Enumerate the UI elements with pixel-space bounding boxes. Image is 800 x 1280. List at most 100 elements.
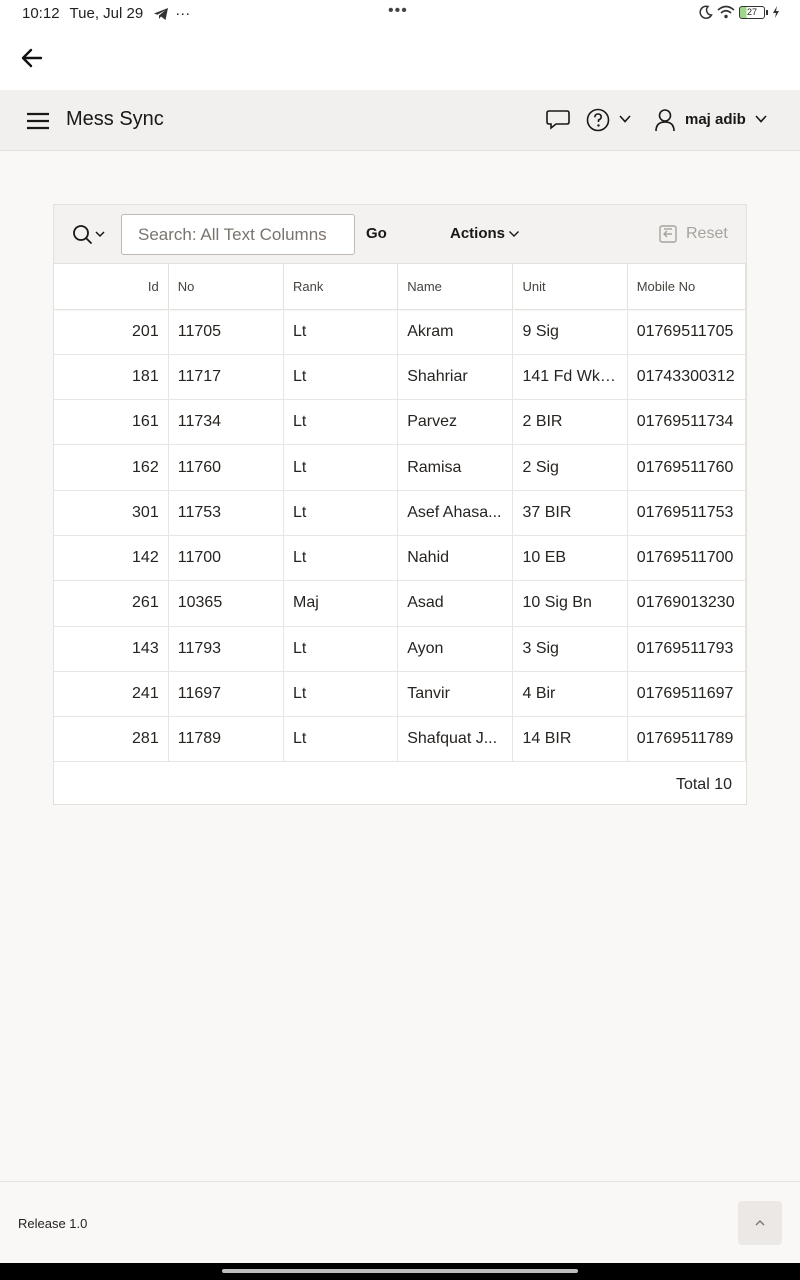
cell-name: Nahid	[397, 535, 514, 582]
cell-rank: Lt	[283, 535, 399, 582]
cell-mobile-no: 01769511760	[627, 444, 747, 491]
table-header-row: Id No Rank Name Unit Mobile No	[54, 264, 747, 310]
cell-id: 261	[54, 580, 169, 627]
table-row[interactable]: 143 11793 Lt Ayon 3 Sig 01769511793	[54, 626, 747, 672]
cell-rank: Lt	[283, 490, 399, 536]
cell-name: Ramisa	[397, 444, 514, 491]
cell-rank: Lt	[283, 626, 399, 672]
cell-no: 11793	[168, 626, 284, 672]
cell-id: 181	[54, 354, 169, 401]
hamburger-icon[interactable]	[26, 111, 50, 131]
cell-unit: 37 BIR	[512, 490, 628, 536]
table-row[interactable]: 261 10365 Maj Asad 10 Sig Bn 01769013230	[54, 580, 747, 627]
cell-name: Asad	[397, 580, 514, 627]
cell-unit: 2 BIR	[512, 399, 628, 446]
cell-rank: Lt	[283, 444, 399, 491]
cell-id: 201	[54, 309, 169, 355]
cell-no: 11697	[168, 671, 284, 718]
cell-rank: Lt	[283, 309, 399, 355]
cell-id: 143	[54, 626, 169, 672]
cell-mobile-no: 01769511789	[627, 716, 747, 763]
table-row[interactable]: 142 11700 Lt Nahid 10 EB 01769511700	[54, 535, 747, 582]
column-header-id[interactable]: Id	[54, 264, 169, 310]
user-chevron-down-icon[interactable]	[754, 114, 768, 124]
cell-name: Shahriar	[397, 354, 514, 401]
total-count: Total 10	[675, 776, 732, 793]
table-row[interactable]: 162 11760 Lt Ramisa 2 Sig 01769511760	[54, 444, 747, 491]
interactive-report: Go Actions Reset Id No Rank Name Unit Mo…	[53, 204, 747, 805]
table-row[interactable]: 241 11697 Lt Tanvir 4 Bir 01769511697	[54, 671, 747, 718]
release-label: Release 1.0	[18, 1216, 88, 1231]
reset-button[interactable]: Reset	[659, 225, 728, 243]
cell-unit: 10 Sig Bn	[512, 580, 628, 627]
cell-name: Ayon	[397, 626, 514, 672]
table-body: 201 11705 Lt Akram 9 Sig 01769511705 181 11717 L…	[54, 309, 747, 763]
user-menu-name[interactable]: maj adib	[685, 111, 746, 128]
cell-rank: Maj	[283, 580, 399, 627]
cell-id: 142	[54, 535, 169, 582]
actions-chevron-down-icon	[509, 230, 520, 237]
cell-id: 161	[54, 399, 169, 446]
column-header-mobile-no[interactable]: Mobile No	[627, 264, 747, 310]
page-footer: Release 1.0	[0, 1181, 800, 1263]
table-row[interactable]: 181 11717 Lt Shahriar 141 Fd Wks... 017433003…	[54, 354, 747, 401]
search-icon[interactable]	[72, 223, 112, 247]
go-button[interactable]: Go	[366, 225, 387, 242]
charging-icon	[773, 6, 779, 18]
status-bar: 10:12 Tue, Jul 29 ··· ••• 27	[0, 0, 800, 30]
cell-name: Parvez	[397, 399, 514, 446]
status-center-dots: •••	[388, 2, 408, 19]
column-header-unit[interactable]: Unit	[512, 264, 628, 310]
scroll-to-top-button[interactable]	[738, 1201, 782, 1245]
cell-no: 11717	[168, 354, 284, 401]
wifi-icon	[717, 5, 735, 19]
actions-label: Actions	[450, 225, 506, 242]
battery-icon: 27	[739, 5, 768, 19]
cell-unit: 3 Sig	[512, 626, 628, 672]
cell-name: Shafquat J...	[397, 716, 514, 763]
cell-rank: Lt	[283, 399, 399, 446]
status-time: 10:12	[22, 5, 60, 22]
actions-menu-button[interactable]: Actions	[450, 225, 520, 242]
column-header-no[interactable]: No	[168, 264, 284, 310]
top-nav-bar	[0, 30, 800, 90]
user-icon[interactable]	[654, 108, 676, 132]
cell-no: 11734	[168, 399, 284, 446]
cell-id: 281	[54, 716, 169, 763]
cell-mobile-no: 01769511734	[627, 399, 747, 446]
search-input[interactable]	[121, 214, 355, 255]
telegram-icon	[154, 7, 169, 20]
table-row[interactable]: 201 11705 Lt Akram 9 Sig 01769511705	[54, 309, 747, 355]
cell-unit: 2 Sig	[512, 444, 628, 491]
cell-rank: Lt	[283, 716, 399, 763]
report-toolbar: Go Actions Reset	[54, 205, 746, 264]
home-gesture-pill[interactable]	[222, 1269, 578, 1273]
column-header-name[interactable]: Name	[397, 264, 514, 310]
cell-no: 11700	[168, 535, 284, 582]
app-title[interactable]: Mess Sync	[66, 108, 164, 131]
system-navigation-bar	[0, 1263, 800, 1280]
cell-rank: Lt	[283, 354, 399, 401]
column-header-rank[interactable]: Rank	[283, 264, 399, 310]
cell-no: 11705	[168, 309, 284, 355]
cell-no: 11760	[168, 444, 284, 491]
table-row[interactable]: 161 11734 Lt Parvez 2 BIR 01769511734	[54, 399, 747, 446]
back-arrow-icon[interactable]	[18, 44, 46, 72]
chevron-up-icon	[755, 1220, 765, 1226]
cell-unit: 9 Sig	[512, 309, 628, 355]
cell-mobile-no: 01769511793	[627, 626, 747, 672]
help-icon[interactable]	[586, 108, 610, 132]
app-header: Mess Sync maj adib	[0, 90, 800, 151]
chat-icon[interactable]	[546, 109, 570, 131]
cell-name: Tanvir	[397, 671, 514, 718]
table-row[interactable]: 281 11789 Lt Shafquat J... 14 BIR 01769511789	[54, 716, 747, 763]
status-right: 27	[699, 5, 780, 19]
cell-no: 10365	[168, 580, 284, 627]
cell-name: Asef Ahasa...	[397, 490, 514, 536]
chevron-down-icon[interactable]	[618, 114, 632, 124]
table-row[interactable]: 301 11753 Lt Asef Ahasa... 37 BIR 01769511753	[54, 490, 747, 536]
cell-mobile-no: 01769511705	[627, 309, 747, 355]
cell-no: 11789	[168, 716, 284, 763]
cell-mobile-no: 01743300312	[627, 354, 747, 401]
cell-unit: 10 EB	[512, 535, 628, 582]
